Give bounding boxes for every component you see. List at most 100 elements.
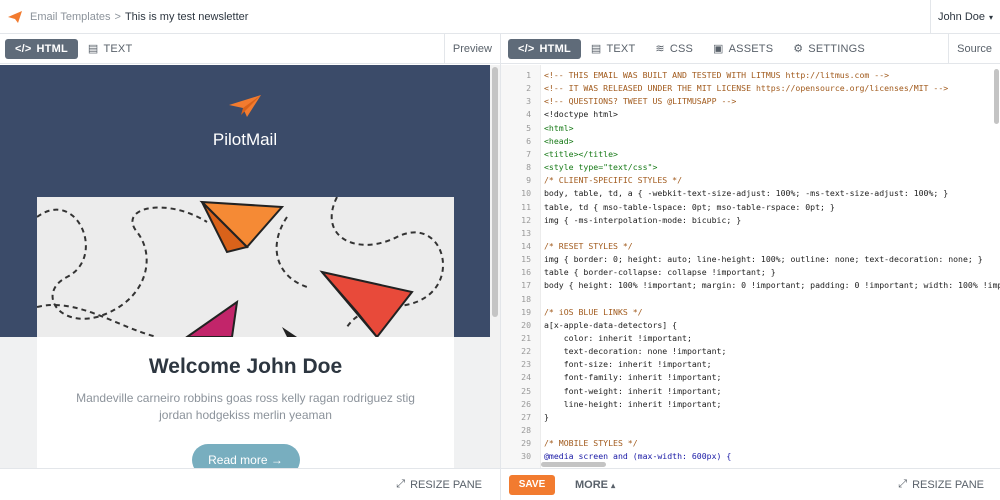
line-number: 19 [521,306,531,317]
line-number: 14 [521,240,531,251]
code-editor[interactable]: 1 <!-- THIS EMAIL WAS BUILT AND TESTED WI… [501,65,1000,468]
code-text: <head> [544,135,574,146]
line-number: 12 [521,214,531,225]
line-number: 30 [521,451,531,462]
tab-label: SETTINGS [808,42,865,55]
user-menu[interactable]: John Doe ▾ [930,0,1000,34]
line-number: 20 [521,319,531,330]
code-line: 8 <style type="text/css"> [501,161,1000,174]
tab-assets[interactable]: ▣ ASSETS [703,39,783,59]
code-line: 5 <html> [501,122,1000,135]
litmus-logo-icon[interactable] [0,10,30,23]
line-number: 3 [526,96,531,107]
line-number: 15 [521,254,531,265]
tab-label: HTML [539,42,571,55]
code-line: 29 /* MOBILE STYLES */ [501,437,1000,450]
scrollbar-thumb[interactable] [492,67,498,317]
line-number: 2 [526,83,531,94]
code-text: /* RESET STYLES */ [544,240,633,251]
more-label: MORE [575,478,608,491]
line-number: 29 [521,438,531,449]
breadcrumb-separator: > [114,10,121,23]
line-number: 6 [526,135,531,146]
line-number: 11 [521,201,531,212]
code-line: 7 <title></title> [501,148,1000,161]
code-line: 16 table { border-collapse: collapse !imp… [501,266,1000,279]
gear-icon: ⚙ [793,43,804,55]
editor-horizontal-scrollbar[interactable] [541,462,606,467]
email-card: Welcome John Doe Mandeville carneiro rob… [37,197,454,468]
code-line: 14 /* RESET STYLES */ [501,240,1000,253]
save-button[interactable]: SAVE [509,474,555,495]
line-number: 5 [526,122,531,133]
code-text: a[x-apple-data-detectors] { [544,319,678,330]
tab-label: ASSETS [728,42,774,55]
code-line: 22 text-decoration: none !important; [501,345,1000,358]
code-line: 2 <!-- IT WAS RELEASED UNDER THE MIT LICE… [501,82,1000,95]
email-heading: Welcome John Doe [148,355,343,378]
breadcrumb-current: This is my test newsletter [124,10,249,23]
tab-html-right[interactable]: </> HTML [508,38,581,59]
tab-preview[interactable]: Preview [443,33,500,64]
code-text: table, td { mso-table-lspace: 0pt; mso-t… [544,201,835,212]
line-number: 1 [526,70,531,80]
resize-icon: ⤢ [396,478,406,490]
code-line: 4 <!doctype html> [501,108,1000,121]
paper-plane-logo-icon [229,95,261,117]
code-line: 15 img { border: 0; height: auto; line-he… [501,253,1000,266]
tab-css[interactable]: ≋ CSS [645,39,703,59]
line-number: 7 [526,148,531,159]
code-text: /* CLIENT-SPECIFIC STYLES */ [544,175,683,186]
code-line: 17 body { height: 100% !important; margin… [501,279,1000,292]
css-icon: ≋ [655,43,665,55]
code-text: img { border: 0; height: auto; line-heig… [544,254,983,265]
tab-text-left[interactable]: ▤ TEXT [78,39,143,59]
read-more-button[interactable]: Read more → [191,444,300,468]
tab-label: TEXT [103,42,133,55]
tab-text-right[interactable]: ▤ TEXT [581,39,646,59]
code-line: 10 body, table, td, a { -webkit-text-size… [501,187,1000,200]
code-line: 26 line-height: inherit !important; [501,398,1000,411]
code-line: 12 img { -ms-interpolation-mode: bicubic;… [501,214,1000,227]
tab-html-left[interactable]: </> HTML [5,38,78,59]
code-text: img { -ms-interpolation-mode: bicubic; } [544,214,742,225]
paper-planes-illustration [37,197,454,337]
code-text: } [544,411,549,422]
code-line: 1 <!-- THIS EMAIL WAS BUILT AND TESTED WI… [501,69,1000,82]
tab-source[interactable]: Source [948,33,1000,64]
line-number: 23 [521,359,531,370]
code-line: 27} [501,411,1000,424]
user-name: John Doe [937,11,986,23]
breadcrumb: Email Templates > This is my test newsle… [30,11,248,23]
brand-block: PilotMail [0,93,490,150]
code-line: 24 font-family: inherit !important; [501,371,1000,384]
resize-pane-button-right[interactable]: ⤢ RESIZE PANE [898,478,984,491]
editor-footer: SAVE MORE ▴ ⤢ RESIZE PANE [501,468,1000,500]
breadcrumb-parent[interactable]: Email Templates [30,11,111,23]
resize-icon: ⤢ [898,478,908,490]
line-number: 22 [521,346,531,357]
chevron-up-icon: ▴ [611,480,616,490]
code-line: 18 [501,293,1000,306]
resize-label: RESIZE PANE [912,478,984,491]
preview-footer: ⤢ RESIZE PANE [0,468,500,500]
image-icon: ▣ [713,43,724,55]
line-number: 27 [521,411,531,422]
resize-pane-button-left[interactable]: ⤢ RESIZE PANE [396,478,482,491]
tab-settings[interactable]: ⚙ SETTINGS [783,39,875,59]
line-number: 28 [521,425,531,436]
code-text: <!doctype html> [544,109,618,120]
code-text: color: inherit !important; [544,333,692,343]
document-icon: ▤ [590,43,602,55]
resize-label: RESIZE PANE [410,478,482,491]
code-text: <title></title> [544,148,618,159]
code-text: body { height: 100% !important; margin: … [544,280,1000,291]
editor-vertical-scrollbar[interactable] [994,69,999,124]
code-line: 20 a[x-apple-data-detectors] { [501,319,1000,332]
code-text: /* iOS BLUE LINKS */ [544,306,643,317]
code-text: body, table, td, a { -webkit-text-size-a… [544,188,949,199]
preview-scrollbar[interactable] [490,65,500,468]
code-line: 21 color: inherit !important; [501,332,1000,345]
email-preview[interactable]: PilotMail Welcome John Doe Mandeville ca… [0,65,490,468]
more-button[interactable]: MORE ▴ [575,479,615,491]
